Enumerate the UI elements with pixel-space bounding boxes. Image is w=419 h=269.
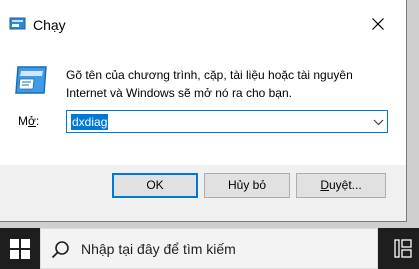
open-label-colon: :: [35, 114, 40, 128]
open-input-value[interactable]: dxdiag: [71, 114, 109, 130]
search-placeholder: Nhập tại đây để tìm kiếm: [81, 241, 236, 257]
task-view-icon[interactable]: [386, 228, 419, 269]
browse-label-rest: uyệt...: [328, 178, 362, 192]
taskbar: Nhập tại đây để tìm kiếm: [0, 228, 419, 269]
taskbar-search-box[interactable]: Nhập tại đây để tìm kiếm: [40, 228, 378, 269]
dialog-content: [0, 47, 406, 165]
open-combobox[interactable]: dxdiag: [66, 110, 388, 133]
browse-accesskey: D: [320, 178, 329, 192]
cancel-button[interactable]: Hủy bỏ: [204, 173, 290, 198]
run-program-icon: [15, 66, 47, 94]
open-label-accesskey: ở: [28, 114, 36, 128]
close-icon[interactable]: [366, 12, 390, 36]
open-label-prefix: M: [18, 114, 28, 128]
search-icon: [51, 241, 69, 259]
open-label: Mở:: [18, 114, 39, 128]
run-app-icon: [9, 17, 26, 30]
dialog-description: Gõ tên của chương trình, cặp, tài liệu h…: [66, 68, 353, 100]
chevron-down-icon[interactable]: [373, 117, 384, 127]
ok-button[interactable]: OK: [112, 173, 198, 198]
dialog-title: Chạy: [33, 17, 66, 33]
browse-button[interactable]: Duyệt...: [296, 173, 386, 198]
run-dialog: Chạy Gõ tên của chương trình, cặp, tài l…: [0, 0, 407, 222]
windows-start-icon[interactable]: [0, 228, 40, 269]
